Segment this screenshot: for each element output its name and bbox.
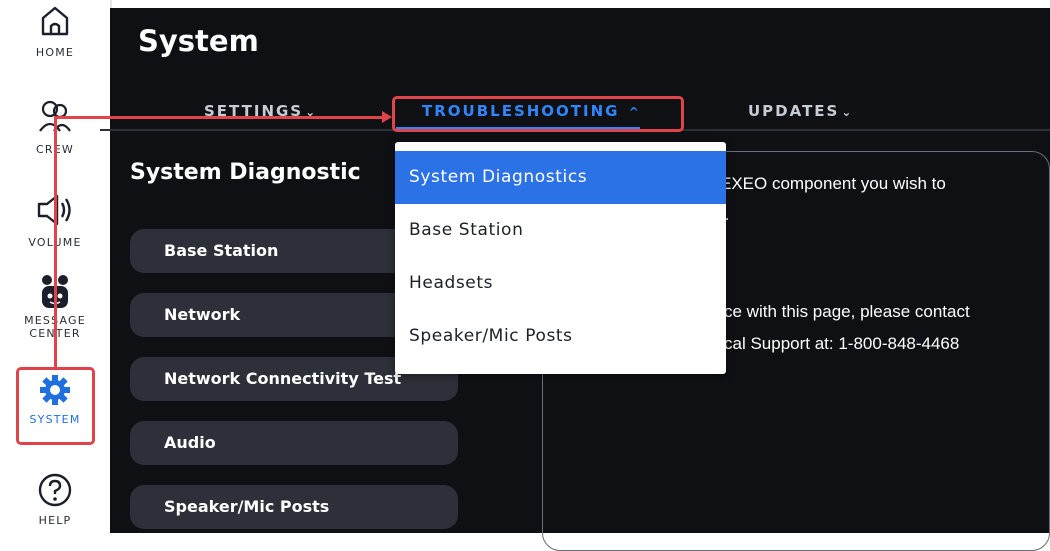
page-title: System — [138, 24, 259, 58]
menu-item-system-diagnostics[interactable]: System Diagnostics — [395, 151, 726, 204]
system-highlight-box — [16, 367, 95, 445]
info-text-line: EXEO component you wish to — [720, 174, 946, 193]
sidebar-item-label: HOME — [35, 46, 75, 59]
annotation-connector-vertical — [54, 116, 57, 368]
troubleshooting-dropdown-menu: System Diagnostics Base Station Headsets… — [395, 142, 726, 374]
audio-button[interactable]: Audio — [130, 421, 458, 465]
section-title: System Diagnostic — [130, 160, 361, 185]
troubleshooting-highlight-box — [392, 96, 684, 132]
menu-item-base-station[interactable]: Base Station — [395, 204, 726, 257]
tab-label: UPDATES — [748, 102, 840, 120]
menu-item-headsets[interactable]: Headsets — [395, 257, 726, 310]
chevron-down-icon: ⌄ — [841, 105, 854, 119]
help-icon — [38, 473, 72, 507]
arrow-right-icon — [382, 111, 392, 123]
sidebar-item-label: HELP — [38, 514, 72, 527]
info-text-line: ce with this page, please contact — [724, 302, 970, 321]
info-text-line: cal Support at: 1-800-848-4468 — [724, 334, 960, 353]
annotation-connector-horizontal — [54, 116, 384, 119]
top-strip — [0, 0, 1050, 8]
tab-updates[interactable]: UPDATES ⌄ — [748, 102, 853, 120]
home-icon — [41, 6, 69, 36]
sidebar-item-help[interactable]: HELP — [0, 472, 110, 527]
speaker-mic-posts-button[interactable]: Speaker/Mic Posts — [130, 485, 458, 529]
sidebar-item-home[interactable]: HOME — [0, 0, 110, 59]
menu-item-speaker-mic-posts[interactable]: Speaker/Mic Posts — [395, 310, 726, 363]
